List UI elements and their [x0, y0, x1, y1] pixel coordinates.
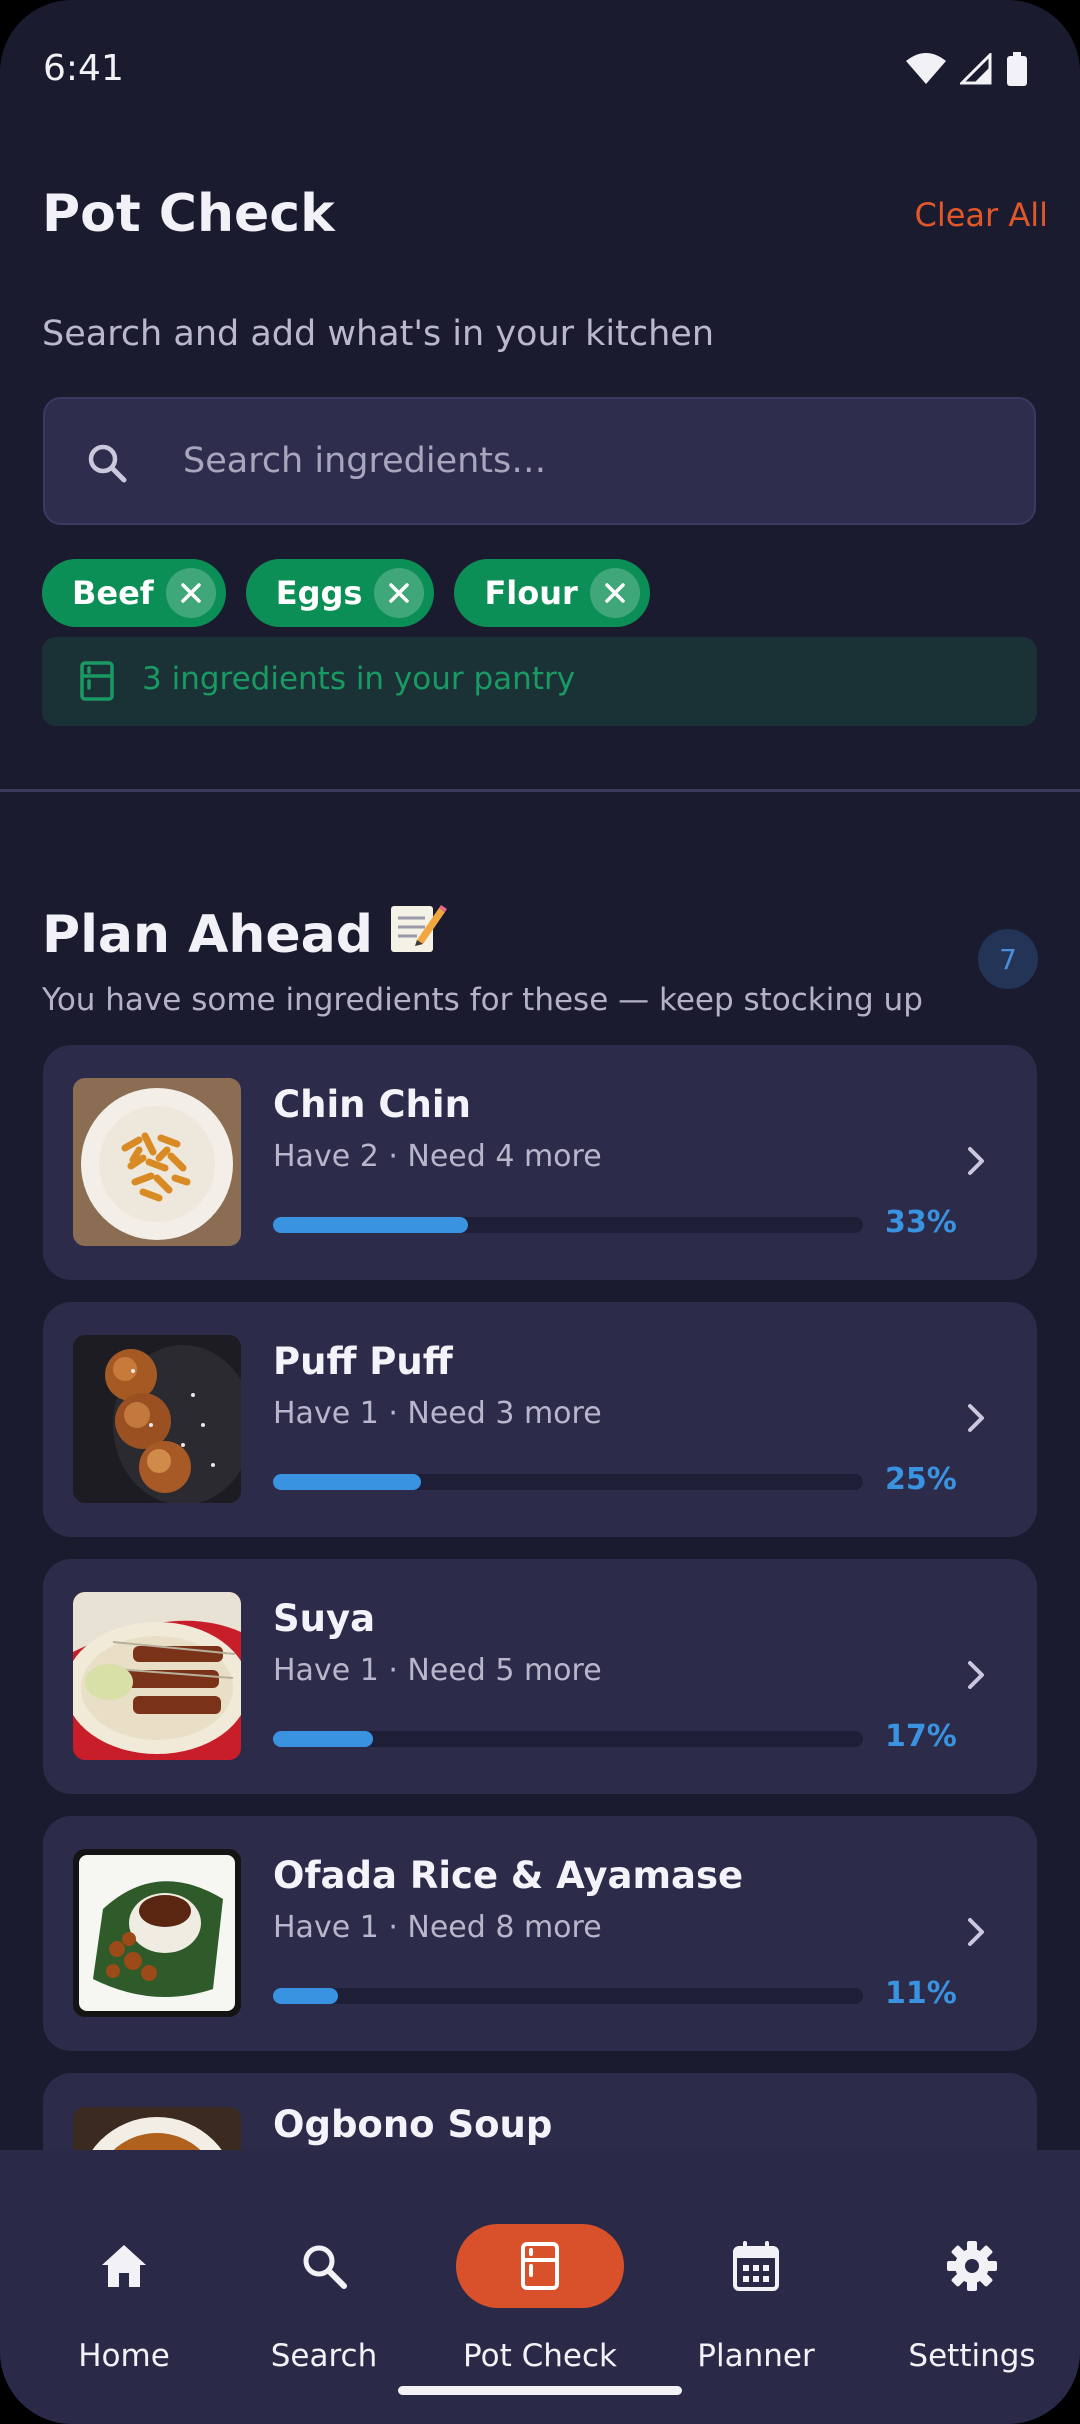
nav-item-planner[interactable]: Planner	[632, 2186, 848, 2374]
recipe-ingredient-status: Have 1 · Need 8 more	[273, 1910, 602, 1945]
recipe-progress-fill	[273, 1988, 338, 2004]
recipe-name: Chin Chin	[273, 1083, 471, 1126]
recipe-ingredient-status: Have 1 · Need 5 more	[273, 1653, 602, 1688]
nav-label: Pot Check	[463, 2338, 617, 2374]
page-title: Pot Check	[42, 184, 335, 244]
search-icon	[85, 441, 129, 489]
nav-pill	[240, 2224, 408, 2308]
chip-eggs[interactable]: Eggs	[245, 559, 435, 627]
recipe-progress-percent: 33%	[885, 1205, 957, 1240]
recipe-progress-percent: 17%	[885, 1719, 957, 1754]
fridge-icon	[80, 661, 114, 705]
recipe-progress-bar	[273, 1731, 863, 1747]
plan-ahead-title: Plan Ahead	[42, 900, 447, 969]
nav-item-home[interactable]: Home	[0, 2186, 216, 2374]
battery-icon	[1007, 52, 1027, 86]
status-time: 6:41	[43, 48, 124, 89]
recipe-image	[73, 1849, 241, 2017]
pantry-count-text: 3 ingredients in your pantry	[142, 661, 576, 697]
chip-label: Eggs	[275, 574, 363, 612]
search-box[interactable]	[43, 397, 1036, 525]
recipe-progress-fill	[273, 1731, 374, 1747]
nav-pill	[40, 2224, 208, 2308]
nav-item-settings[interactable]: Settings	[848, 2186, 1064, 2374]
nav-item-pot-check[interactable]: Pot Check	[416, 2186, 632, 2374]
recipe-name: Ogbono Soup	[273, 2103, 553, 2146]
nav-label: Settings	[908, 2338, 1036, 2374]
chevron-right-icon	[965, 1398, 989, 1442]
search-input[interactable]	[183, 429, 1003, 493]
recipe-progress-fill	[273, 1474, 421, 1490]
ingredient-chips: Beef Eggs Flour	[42, 559, 650, 627]
nav-pill	[888, 2224, 1056, 2308]
section-divider	[0, 789, 1080, 792]
gear-icon	[947, 2241, 997, 2291]
signal-icon	[960, 53, 992, 85]
remove-chip-icon[interactable]	[589, 568, 640, 618]
recipe-name: Suya	[273, 1597, 376, 1640]
memo-icon	[387, 900, 447, 969]
chip-beef[interactable]: Beef	[42, 559, 226, 627]
nav-item-search[interactable]: Search	[200, 2186, 416, 2374]
recipe-progress-percent: 25%	[885, 1462, 957, 1497]
fridge-icon	[521, 2242, 559, 2290]
bottom-navigation: Home Search Pot Check Planner Settings	[0, 2150, 1080, 2424]
chip-label: Flour	[484, 574, 578, 612]
recipe-progress-percent: 11%	[885, 1976, 957, 2011]
home-icon	[102, 2245, 146, 2287]
recipe-card-ofada-rice-ayamase[interactable]: Ofada Rice & Ayamase Have 1 · Need 8 mor…	[43, 1816, 1037, 2051]
recipe-image	[73, 1592, 241, 1760]
recipe-name: Puff Puff	[273, 1340, 453, 1383]
chip-flour[interactable]: Flour	[454, 559, 650, 627]
status-bar: 6:41	[0, 0, 1080, 140]
recipe-card-chin-chin[interactable]: Chin Chin Have 2 · Need 4 more 33%	[43, 1045, 1037, 1280]
recipe-card-puff-puff[interactable]: Puff Puff Have 1 · Need 3 more 25%	[43, 1302, 1037, 1537]
recipe-progress-fill	[273, 1217, 468, 1233]
recipe-ingredient-status: Have 1 · Need 3 more	[273, 1396, 602, 1431]
recipe-progress-bar	[273, 1474, 863, 1490]
pot-check-screen: 6:41 Pot Check Clear All Search and add …	[0, 0, 1080, 2424]
status-icons	[906, 52, 1028, 86]
calendar-icon	[733, 2241, 779, 2291]
nav-pill-active	[456, 2224, 624, 2308]
chevron-right-icon	[965, 1655, 989, 1699]
plan-ahead-subtitle: You have some ingredients for these — ke…	[42, 982, 923, 1018]
recipe-card-suya[interactable]: Suya Have 1 · Need 5 more 17%	[43, 1559, 1037, 1794]
clear-all-button[interactable]: Clear All	[914, 196, 1048, 234]
recipe-image	[73, 1335, 241, 1503]
plan-ahead-title-text: Plan Ahead	[42, 905, 373, 965]
nav-pill	[672, 2224, 840, 2308]
remove-chip-icon[interactable]	[374, 568, 425, 618]
plan-ahead-count-badge: 7	[978, 929, 1038, 989]
recipe-progress-bar	[273, 1988, 863, 2004]
home-indicator[interactable]	[398, 2386, 682, 2395]
chevron-right-icon	[965, 1141, 989, 1185]
remove-chip-icon[interactable]	[165, 568, 216, 618]
recipe-image	[73, 1078, 241, 1246]
nav-label: Planner	[697, 2338, 815, 2374]
pantry-count-banner: 3 ingredients in your pantry	[42, 637, 1037, 726]
wifi-icon	[906, 53, 946, 84]
chip-label: Beef	[72, 574, 154, 612]
page-subtitle: Search and add what's in your kitchen	[42, 314, 715, 354]
search-icon	[303, 2245, 347, 2289]
recipe-name: Ofada Rice & Ayamase	[273, 1854, 744, 1897]
chevron-right-icon	[965, 1912, 989, 1956]
nav-label: Search	[270, 2338, 378, 2374]
recipe-ingredient-status: Have 2 · Need 4 more	[273, 1139, 602, 1174]
recipe-progress-bar	[273, 1217, 863, 1233]
